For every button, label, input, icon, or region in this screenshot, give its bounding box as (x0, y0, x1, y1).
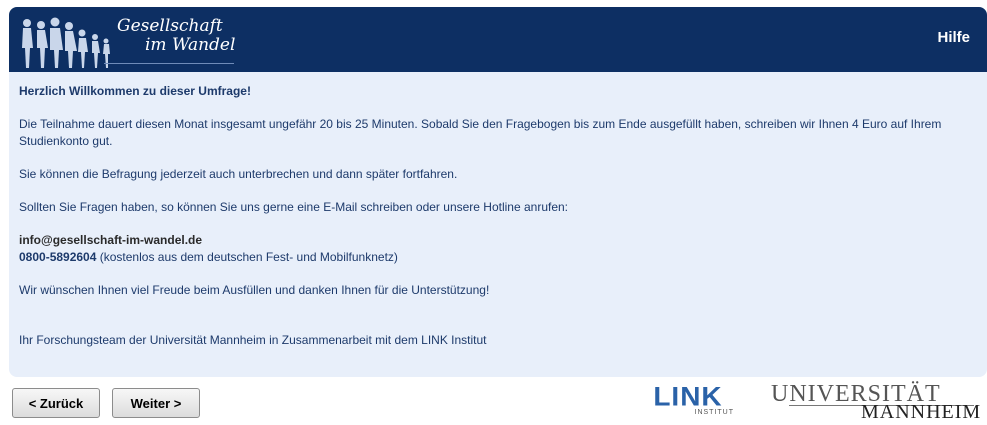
survey-intro: Herzlich Willkommen zu dieser Umfrage! D… (19, 83, 974, 349)
welcome-heading: Herzlich Willkommen zu dieser Umfrage! (19, 84, 251, 98)
link-logo-subtitle: INSTITUT (694, 409, 734, 416)
back-button[interactable]: < Zurück (12, 388, 100, 418)
wish-text: Wir wünschen Ihnen viel Freude beim Ausf… (19, 283, 490, 297)
brand-line-1: Gesellschaft (117, 16, 223, 36)
brand-line-2: im Wandel (145, 35, 236, 55)
uni-logo-line-2: MANNHEIM (861, 401, 982, 423)
hotline-number: 0800-5892604 (19, 250, 97, 264)
email-address[interactable]: info@gesellschaft-im-wandel.de (19, 233, 202, 247)
pause-text: Sie können die Befragung jederzeit auch … (19, 167, 458, 181)
hotline-note: (kostenlos aus dem deutschen Fest- und M… (96, 250, 398, 264)
content-panel: Herzlich Willkommen zu dieser Umfrage! D… (9, 72, 987, 377)
next-button[interactable]: Weiter > (112, 388, 200, 418)
brand-underline (104, 63, 234, 64)
link-institut-logo: LINK INSTITUT (642, 383, 734, 419)
link-logo-wordmark: LINK (653, 381, 723, 412)
signature-text: Ihr Forschungsteam der Universität Mannh… (19, 333, 487, 347)
help-link[interactable]: Hilfe (937, 29, 970, 46)
duration-text: Die Teilnahme dauert diesen Monat insges… (19, 117, 942, 148)
phone-line: 0800-5892604 (kostenlos aus dem deutsche… (19, 249, 974, 266)
brand-title: Gesellschaft im Wandel (117, 17, 235, 55)
questions-text: Sollten Sie Fragen haben, so können Sie … (19, 200, 569, 214)
people-silhouette-icon (22, 17, 110, 68)
university-mannheim-logo: UNIVERSITÄT MANNHEIM (771, 381, 980, 423)
header-bar: Gesellschaft im Wandel Hilfe (9, 7, 987, 72)
email-line: info@gesellschaft-im-wandel.de (19, 232, 974, 249)
